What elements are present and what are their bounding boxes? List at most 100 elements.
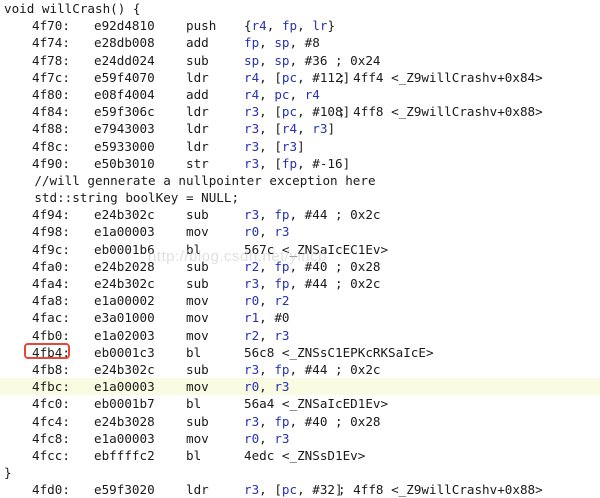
operand-token: , #-16]	[297, 155, 351, 171]
opcode-hex: eb0001c3	[94, 344, 155, 360]
opcode-hex: e1a00003	[94, 379, 155, 395]
opcode-hex: e3a01000	[94, 310, 155, 326]
mnemonic: ldr	[186, 138, 209, 154]
operand-token: , #36 ; 0x24	[289, 52, 381, 68]
mnemonic: mov	[186, 430, 209, 446]
operand-token: , [	[259, 104, 282, 120]
register-token: r3	[244, 104, 260, 120]
register-token: lr	[312, 18, 328, 34]
mnemonic: mov	[186, 224, 209, 240]
mnemonic: ldr	[186, 69, 209, 85]
opcode-hex: e24b302c	[94, 207, 155, 223]
address: 4f78:	[32, 52, 70, 68]
asm-line: 4fcc: ebffffc2 bl 4edc <_ZNSsD1Ev>	[0, 447, 600, 464]
address: 4f74:	[32, 35, 70, 51]
operand-token: ,	[259, 276, 275, 291]
mnemonic: add	[186, 86, 209, 102]
asm-line: 4fac: e3a01000 mov r1, #0	[0, 309, 600, 326]
register-token: r3	[244, 361, 260, 377]
operand-token: ,	[289, 86, 305, 102]
register-token: r3	[244, 138, 260, 154]
address: 4f98:	[32, 224, 70, 240]
operands: 4edc <_ZNSsD1Ev>	[244, 447, 365, 464]
opcode-hex: e1a00002	[94, 293, 155, 309]
register-token: r3	[244, 207, 260, 223]
operand-token: , [	[259, 121, 282, 137]
operand-token: , #44 ; 0x2c	[289, 207, 381, 223]
register-token: sp	[244, 52, 260, 68]
operand-token: ,	[259, 35, 275, 51]
register-token: r3	[281, 138, 298, 154]
operand-token: {	[244, 18, 252, 34]
opcode-hex: e59f306c	[94, 104, 155, 120]
mnemonic: mov	[186, 379, 209, 395]
source-text: }	[4, 465, 12, 481]
source-text: //will gennerate a nullpointer exception…	[4, 172, 376, 188]
asm-line: 4fbc: e1a00003 mov r0, r3	[0, 378, 600, 396]
source-text: void willCrash() {	[4, 1, 141, 16]
register-token: r3	[274, 379, 290, 395]
source-line: void willCrash() {	[0, 0, 600, 17]
asm-comment: ; 4ff4 <_Z9willCrashv+0x84>	[338, 69, 543, 85]
operands: r3, fp, #40 ; 0x28	[244, 413, 381, 430]
opcode-hex: eb0001b7	[94, 396, 155, 412]
operands: r0, r3	[244, 378, 290, 395]
mnemonic: sub	[186, 52, 209, 68]
mnemonic: bl	[186, 241, 202, 257]
asm-line: 4fc8: e1a00003 mov r0, r3	[0, 430, 600, 447]
asm-comment: ; 4ff8 <_Z9willCrashv+0x88>	[338, 482, 543, 498]
operand-token: ,	[259, 413, 275, 429]
operands: r0, r3	[244, 223, 290, 240]
mnemonic: sub	[186, 258, 209, 274]
register-token: fp	[274, 207, 290, 223]
mnemonic: mov	[186, 310, 209, 326]
address: 4f88:	[32, 121, 70, 137]
source-line: }	[0, 464, 600, 481]
register-token: r4	[244, 69, 260, 85]
register-token: r2	[244, 258, 260, 274]
register-token: fp	[281, 155, 298, 171]
mnemonic: sub	[186, 276, 209, 291]
address: 4f9c:	[32, 241, 70, 257]
opcode-hex: e08f4004	[94, 86, 155, 102]
operand-token: }	[327, 18, 336, 34]
address: 4f90:	[32, 155, 70, 171]
opcode-hex: e1a02003	[94, 327, 155, 343]
address: 4fc4:	[32, 413, 70, 429]
operand-token: , #44 ; 0x2c	[289, 276, 381, 291]
operand-token: ,	[259, 224, 275, 240]
opcode-hex: e1a00003	[94, 224, 155, 240]
asm-line: 4f84: e59f306c ldr r3, [pc, #108]; 4ff8 <_Z…	[0, 103, 600, 120]
register-token: r3	[244, 482, 260, 498]
mnemonic: sub	[186, 207, 209, 223]
operand-token: 56a4 <_ZNSaIcED1Ev>	[244, 396, 389, 412]
address: 4fb0:	[32, 327, 70, 343]
mnemonic: sub	[186, 413, 209, 429]
mnemonic: mov	[186, 327, 209, 343]
operand-token: ,	[259, 293, 275, 309]
opcode-hex: e92d4810	[94, 18, 155, 34]
asm-line: 4f94: e24b302c sub r3, fp, #44 ; 0x2c	[0, 206, 600, 223]
mnemonic: str	[186, 155, 209, 171]
operand-token: ,	[259, 361, 275, 377]
opcode-hex: e5933000	[94, 138, 155, 154]
register-token: r3	[244, 155, 260, 171]
mnemonic: bl	[186, 344, 202, 360]
operands: r4, [pc, #112]	[244, 69, 350, 86]
operand-token: , #44 ; 0x2c	[289, 361, 381, 377]
operand-token: 567c <_ZNSaIcEC1Ev>	[244, 241, 389, 257]
operand-token: , [	[259, 155, 282, 171]
operand-token: ,	[259, 86, 275, 102]
asm-line: 4f98: e1a00003 mov r0, r3	[0, 223, 600, 240]
operands: sp, sp, #36 ; 0x24	[244, 52, 381, 69]
mnemonic: add	[186, 35, 209, 51]
register-token: fp	[274, 276, 290, 291]
address: 4fc0:	[32, 396, 70, 412]
mnemonic: ldr	[186, 482, 209, 498]
asm-line: 4fb8: e24b302c sub r3, fp, #44 ; 0x2c	[0, 361, 600, 378]
operand-token: ,	[266, 18, 282, 34]
operand-token: 56c8 <_ZNSsC1EPKcRKSaIcE>	[244, 344, 434, 360]
asm-line: 4fa8: e1a00002 mov r0, r2	[0, 292, 600, 309]
address: 4fd0:	[32, 482, 70, 498]
operands: 56c8 <_ZNSsC1EPKcRKSaIcE>	[244, 344, 434, 361]
